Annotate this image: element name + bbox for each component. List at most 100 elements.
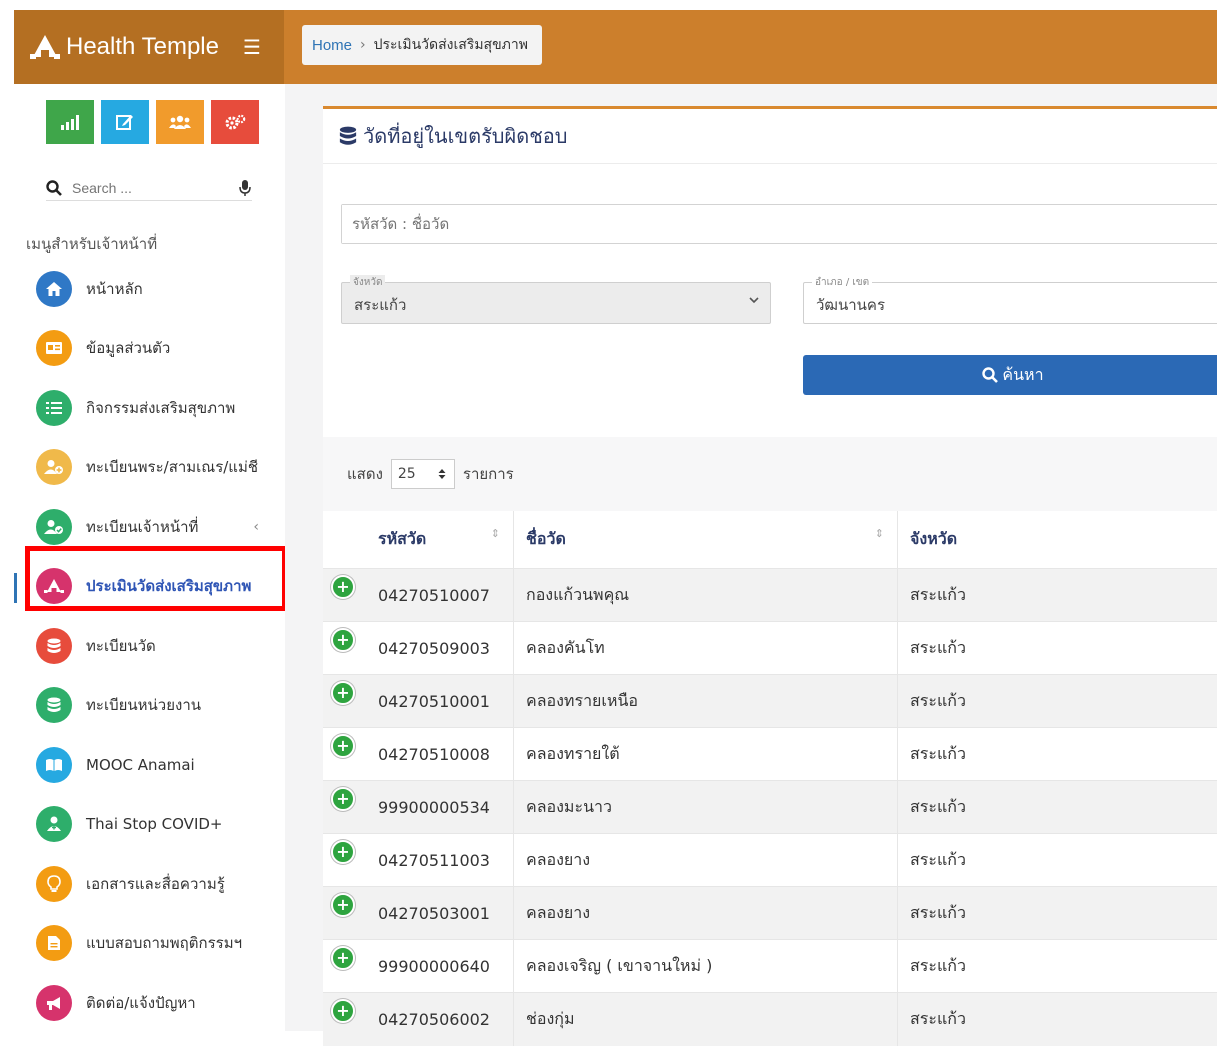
main-content: วัดที่อยู่ในเขตรับผิดชอบ จังหวัด สระแก้ว… [285, 84, 1217, 1031]
temple-province: สระแก้ว [898, 675, 1217, 728]
keyword-input[interactable] [342, 205, 1174, 243]
temple-name: คลองคันโท [514, 622, 898, 675]
breadcrumb: Home › ประเมินวัดส่งเสริมสุขภาพ [302, 25, 542, 65]
user-add-icon [36, 449, 72, 485]
expand-cell: + [323, 781, 377, 834]
expand-plus-icon[interactable]: + [331, 575, 355, 599]
sidebar-item-mooc[interactable]: MOOC Anamai [14, 735, 285, 795]
sidebar-item-home[interactable]: หน้าหลัก [14, 259, 285, 319]
expand-plus-icon[interactable]: + [331, 681, 355, 705]
search-button-label: ค้นหา [1002, 363, 1043, 388]
table-row: + 04270511003 คลองยาง สระแก้ว [323, 834, 1217, 887]
page-length-control: แสดง 25 รายการ [347, 459, 514, 489]
sidebar-item-contact[interactable]: ติดต่อ/แจ้งปัญหา [14, 973, 285, 1033]
temples-card: วัดที่อยู่ในเขตรับผิดชอบ จังหวัด สระแก้ว… [323, 106, 1217, 1034]
expand-plus-icon[interactable]: + [331, 999, 355, 1023]
temple-name: คลองทรายเหนือ [514, 675, 898, 728]
temple-code: 99900000534 [377, 781, 514, 834]
bar-chart-icon [59, 114, 81, 130]
breadcrumb-home-link[interactable]: Home [312, 37, 352, 54]
sidebar-item-knowledge-docs[interactable]: เอกสารและสื่อความรู้ [14, 854, 285, 914]
temple-name: คลองยาง [514, 887, 898, 940]
temple-province: สระแก้ว [898, 781, 1217, 834]
edit-button[interactable] [101, 100, 149, 144]
user-check-icon [36, 509, 72, 545]
page-length-select[interactable]: 25 [391, 459, 455, 489]
sidebar-item-label: ทะเบียนหน่วยงาน [86, 693, 201, 717]
column-header-province[interactable]: จังหวัด [898, 511, 1217, 569]
temple-name: คลองทรายใต้ [514, 728, 898, 781]
expand-cell: + [323, 940, 377, 993]
chevron-down-icon [748, 294, 760, 306]
temple-province: สระแก้ว [898, 834, 1217, 887]
search-icon [982, 367, 998, 383]
sidebar-item-label: ข้อมูลส่วนตัว [86, 336, 170, 360]
temple-code: 04270506002 [377, 993, 514, 1046]
sidebar-item-behavior-survey[interactable]: แบบสอบถามพฤติกรรมฯ [14, 914, 285, 974]
page-length-value: 25 [398, 466, 416, 482]
chevron-left-icon[interactable]: ‹ [253, 519, 259, 535]
quick-buttons [46, 100, 259, 144]
temple-province: สระแก้ว [898, 622, 1217, 675]
temple-logo-icon [30, 34, 60, 60]
menu-toggle-icon[interactable]: ☰ [243, 37, 261, 57]
card-title: วัดที่อยู่ในเขตรับผิดชอบ [363, 120, 568, 152]
temple-code: 04270503001 [377, 887, 514, 940]
users-button[interactable] [156, 100, 204, 144]
district-legend: อำเภอ / เขต [812, 275, 872, 290]
column-header-code[interactable]: รหัสวัด⇕ [377, 511, 514, 569]
sidebar-item-label: กิจกรรมส่งเสริมสุขภาพ [86, 396, 235, 420]
sidebar-item-profile[interactable]: ข้อมูลส่วนตัว [14, 319, 285, 379]
expand-plus-icon[interactable]: + [331, 734, 355, 758]
table-row: + 04270510007 กองแก้วนพคุณ สระแก้ว [323, 569, 1217, 622]
expand-cell: + [323, 569, 377, 622]
expand-cell: + [323, 887, 377, 940]
expand-plus-icon[interactable]: + [331, 628, 355, 652]
brand[interactable]: Health Temple ☰ [14, 10, 284, 84]
sidebar-item-label: ทะเบียนวัด [86, 634, 156, 658]
temple-code: 04270510007 [377, 569, 514, 622]
sidebar-search [46, 176, 252, 201]
table-row: + 04270506002 ช่องกุ่ม สระแก้ว [323, 993, 1217, 1046]
sidebar-item-label: ทะเบียนพระ/สามเณร/แม่ชี [86, 455, 258, 479]
book-icon [36, 747, 72, 783]
expand-plus-icon[interactable]: + [331, 946, 355, 970]
sidebar-item-label: เอกสารและสื่อความรู้ [86, 872, 225, 896]
search-input[interactable] [70, 179, 224, 197]
district-select[interactable]: อำเภอ / เขต วัฒนานคร [803, 282, 1217, 324]
sidebar-item-label: ติดต่อ/แจ้งปัญหา [86, 991, 196, 1015]
sidebar-item-label: MOOC Anamai [86, 756, 195, 774]
expand-plus-icon[interactable]: + [331, 893, 355, 917]
sidebar-item-label: แบบสอบถามพฤติกรรมฯ [86, 931, 242, 955]
sidebar-item-temple-registry[interactable]: ทะเบียนวัด [14, 616, 285, 676]
sidebar-item-agency-registry[interactable]: ทะเบียนหน่วยงาน [14, 676, 285, 736]
settings-button[interactable] [211, 100, 259, 144]
temple-province: สระแก้ว [898, 887, 1217, 940]
megaphone-icon [36, 985, 72, 1021]
province-select[interactable]: จังหวัด สระแก้ว [341, 282, 771, 324]
sidebar-menu: หน้าหลัก ข้อมูลส่วนตัว กิจกรรมส่งเสริมสุ… [14, 259, 285, 1033]
temple-code: 04270510001 [377, 675, 514, 728]
sidebar-item-activities[interactable]: กิจกรรมส่งเสริมสุขภาพ [14, 378, 285, 438]
sidebar-item-label: ทะเบียนเจ้าหน้าที่ [86, 515, 198, 539]
temple-name: ช่องกุ่ม [514, 993, 898, 1046]
dashboard-button[interactable] [46, 100, 94, 144]
sidebar-item-thai-stop-covid[interactable]: Thai Stop COVID+ [14, 795, 285, 855]
users-icon [169, 115, 191, 129]
table-header-row: รหัสวัด⇕ ชื่อวัด⇕ จังหวัด [323, 511, 1217, 569]
expand-plus-icon[interactable]: + [331, 840, 355, 864]
list-area: แสดง 25 รายการ รหัสวัด⇕ ชื่อวัด⇕ จังหวัด [323, 437, 1217, 1034]
table-row: + 04270510008 คลองทรายใต้ สระแก้ว [323, 728, 1217, 781]
top-bar: Health Temple ☰ Home › ประเมินวัดส่งเสริ… [14, 10, 1217, 84]
search-button[interactable]: ค้นหา [803, 355, 1217, 395]
expand-plus-icon[interactable]: + [331, 787, 355, 811]
temple-code: 99900000640 [377, 940, 514, 993]
table-row: + 04270503001 คลองยาง สระแก้ว [323, 887, 1217, 940]
table-row: + 04270510001 คลองทรายเหนือ สระแก้ว [323, 675, 1217, 728]
table-row: + 04270509003 คลองคันโท สระแก้ว [323, 622, 1217, 675]
sidebar-item-monks-registry[interactable]: ทะเบียนพระ/สามเณร/แม่ชี [14, 438, 285, 498]
temple-province: สระแก้ว [898, 569, 1217, 622]
column-header-name[interactable]: ชื่อวัด⇕ [514, 511, 898, 569]
microphone-icon[interactable] [238, 179, 252, 197]
lightbulb-icon [36, 866, 72, 902]
